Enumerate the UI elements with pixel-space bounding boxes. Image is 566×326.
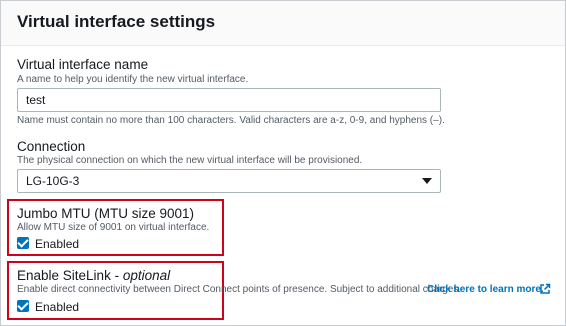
sitelink-label-text: Enable SiteLink - xyxy=(17,268,123,283)
jumbo-mtu-checkbox[interactable] xyxy=(17,236,29,249)
jumbo-mtu-label: Jumbo MTU (MTU size 9001) xyxy=(17,206,195,221)
sitelink-optional-text: optional xyxy=(122,268,171,283)
vif-name-input[interactable]: test xyxy=(17,88,441,112)
external-link-icon[interactable] xyxy=(539,283,551,295)
sitelink-checkbox-label: Enabled xyxy=(35,300,80,314)
sitelink-label: Enable SiteLink - optional xyxy=(17,268,170,283)
panel-title: Virtual interface settings xyxy=(17,12,216,31)
vif-settings-panel: Virtual interface settings Virtual inter… xyxy=(0,0,566,326)
vif-name-constraint: Name must contain no more than 100 chara… xyxy=(17,115,445,126)
panel-header: Virtual interface settings xyxy=(1,1,565,46)
check-icon xyxy=(17,299,29,311)
jumbo-mtu-description: Allow MTU size of 9001 on virtual interf… xyxy=(17,222,210,233)
check-icon xyxy=(17,236,29,248)
connection-selected-value: LG-10G-3 xyxy=(26,174,80,188)
vif-name-value: test xyxy=(26,93,46,107)
learn-more-link[interactable]: Click here to learn more. xyxy=(427,284,544,295)
vif-name-label: Virtual interface name xyxy=(17,57,149,72)
vif-name-description: A name to help you identify the new virt… xyxy=(17,74,249,85)
sitelink-checkbox[interactable] xyxy=(17,299,29,312)
connection-label: Connection xyxy=(17,139,86,154)
caret-down-icon xyxy=(422,178,432,184)
connection-select[interactable]: LG-10G-3 xyxy=(17,169,441,193)
connection-description: The physical connection on which the new… xyxy=(17,155,363,166)
jumbo-mtu-checkbox-label: Enabled xyxy=(35,237,80,251)
sitelink-description: Enable direct connectivity between Direc… xyxy=(17,284,462,295)
